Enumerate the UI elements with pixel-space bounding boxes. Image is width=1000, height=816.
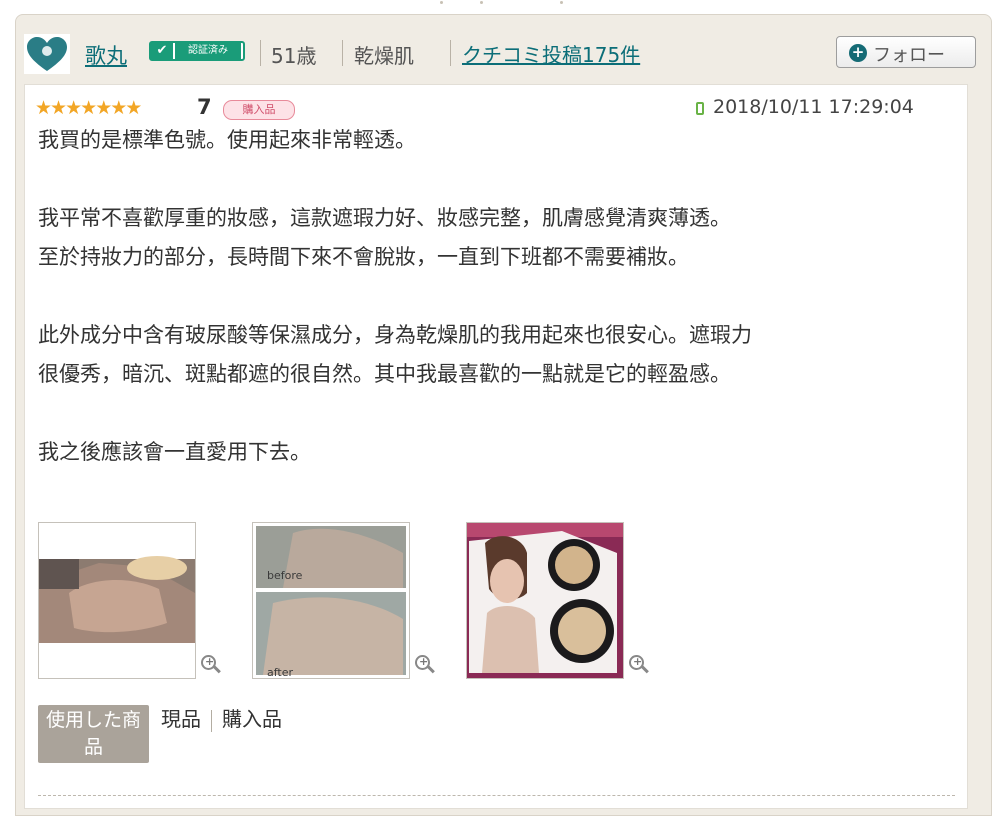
review-body: 我買的是標準色號。使用起來非常輕透。 我平常不喜歡厚重的妝感，這款遮瑕力好、妝感… bbox=[38, 121, 963, 472]
before-after-photo[interactable]: before after bbox=[252, 522, 410, 679]
check-icon: ✔ bbox=[151, 43, 173, 59]
review-paragraph: 此外成分中含有玻尿酸等保濕成分，身為乾燥肌的我用起來也很安心。遮瑕力 很優秀，暗… bbox=[38, 323, 752, 386]
reviewer-name-link[interactable]: 歌丸 bbox=[85, 40, 127, 70]
plus-icon: + bbox=[849, 44, 867, 62]
used-product-values: 現品 購入品 bbox=[161, 703, 282, 732]
before-caption: before bbox=[267, 569, 303, 582]
divider bbox=[211, 709, 212, 732]
top-divider bbox=[440, 0, 570, 6]
follow-button-label: フォロー bbox=[873, 45, 945, 66]
review-count-link[interactable]: クチコミ投稿175件 bbox=[462, 39, 640, 68]
zoom-icon[interactable]: + bbox=[629, 655, 651, 677]
reviewer-header: 歌丸 ✔ 認証済み 51歳 乾燥肌 クチコミ投稿175件 + フォロー bbox=[24, 28, 979, 74]
review-datetime: 2018/10/11 17:29:04 bbox=[713, 96, 914, 118]
star-icon: ★ bbox=[125, 97, 143, 119]
product-compact-photo[interactable] bbox=[466, 522, 624, 679]
verified-badge: ✔ 認証済み bbox=[149, 41, 245, 61]
review-paragraph: 我買的是標準色號。使用起來非常輕透。 bbox=[38, 128, 416, 152]
product-compact-image bbox=[467, 523, 623, 678]
reviewer-skin-type: 乾燥肌 bbox=[354, 44, 414, 68]
star-rating: ★★★★★★★ bbox=[35, 97, 143, 119]
divider bbox=[260, 40, 261, 66]
avatar[interactable] bbox=[24, 34, 70, 74]
rating-value: 7 bbox=[197, 95, 212, 119]
bottom-divider bbox=[38, 795, 955, 796]
before-after-image bbox=[253, 523, 409, 678]
zoom-icon[interactable]: + bbox=[201, 655, 223, 677]
used-product-type: 現品 bbox=[161, 707, 201, 731]
heart-logo-icon bbox=[27, 37, 67, 71]
used-product-source: 購入品 bbox=[222, 707, 282, 731]
used-product-label: 使用した商品 bbox=[38, 705, 149, 763]
review-paragraph: 我之後應該會一直愛用下去。 bbox=[38, 440, 311, 464]
verified-badge-label: 認証済み bbox=[175, 43, 241, 59]
follow-button[interactable]: + フォロー bbox=[836, 36, 976, 68]
review-paragraph: 我平常不喜歡厚重的妝感，這款遮瑕力好、妝感完整，肌膚感覺清爽薄透。 至於持妝力的… bbox=[38, 206, 731, 269]
purchase-badge: 購入品 bbox=[223, 100, 295, 120]
mobile-phone-icon bbox=[696, 102, 704, 115]
hand-swatch-image bbox=[39, 523, 195, 678]
review-card: ★★★★★★★ 7 購入品 2018/10/11 17:29:04 我買的是標準… bbox=[24, 84, 968, 809]
after-caption: after bbox=[267, 666, 294, 679]
hand-swatch-photo[interactable] bbox=[38, 522, 196, 679]
divider bbox=[342, 40, 343, 66]
zoom-icon[interactable]: + bbox=[415, 655, 437, 677]
reviewer-age: 51歳 bbox=[271, 44, 317, 68]
divider bbox=[450, 40, 451, 66]
